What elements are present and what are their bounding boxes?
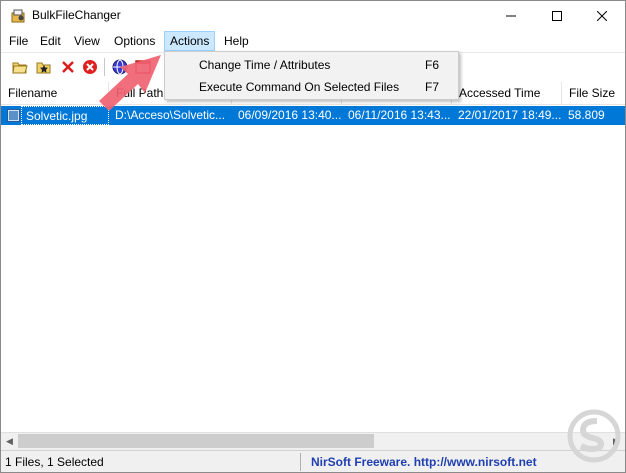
remove-icon	[62, 61, 74, 73]
title-bar[interactable]: BulkFileChanger	[1, 1, 625, 31]
add-files-icon	[36, 62, 51, 74]
app-icon	[11, 9, 25, 23]
minimize-icon	[506, 15, 516, 17]
menu-help[interactable]: Help	[219, 32, 254, 50]
status-bar: 1 Files, 1 Selected NirSoft Freeware. ht…	[1, 450, 625, 472]
status-selection-count: 1 Files, 1 Selected	[5, 455, 104, 469]
window-title: BulkFileChanger	[32, 8, 121, 22]
column-accessed-time[interactable]: Accessed Time	[452, 82, 562, 104]
menu-bar: File Edit View Options Actions Help	[1, 31, 625, 51]
menu-file[interactable]: File	[4, 32, 33, 50]
file-list[interactable]: Solvetic.jpg D:\Acceso\Solvetic... 06/09…	[1, 105, 625, 432]
status-credit-link[interactable]: NirSoft Freeware. http://www.nirsoft.net	[311, 455, 537, 469]
cell-created-time: 06/09/2016 13:40...	[238, 108, 342, 122]
menu-options[interactable]: Options	[109, 32, 160, 50]
add-files-button[interactable]	[34, 57, 54, 77]
menu-view[interactable]: View	[69, 32, 105, 50]
scrollbar-thumb[interactable]	[18, 434, 374, 448]
watermark-logo-icon	[567, 409, 621, 463]
menu-actions[interactable]: Actions	[164, 31, 216, 51]
menu-item-shortcut: F7	[425, 80, 440, 94]
horizontal-scrollbar[interactable]: ◀ ▶	[1, 432, 625, 450]
open-folder-icon	[12, 62, 28, 74]
remove-button[interactable]	[58, 57, 78, 77]
menu-item-shortcut: F6	[425, 58, 440, 72]
menu-item-label: Change Time / Attributes	[199, 58, 331, 72]
app-window: BulkFileChanger File Edit View Options A…	[0, 0, 626, 473]
cell-accessed-time: 22/01/2017 18:49...	[458, 108, 562, 122]
menu-item-execute-command[interactable]: Execute Command On Selected Files F7	[166, 76, 457, 98]
scroll-left-button[interactable]: ◀	[1, 433, 18, 450]
cell-file-size: 58.809	[568, 108, 605, 122]
open-folder-button[interactable]	[10, 57, 30, 77]
file-icon	[7, 109, 20, 122]
chevron-left-icon: ◀	[6, 436, 13, 446]
status-divider	[300, 453, 301, 471]
cell-modified-time: 06/11/2016 13:43...	[348, 108, 451, 122]
minimize-button[interactable]	[488, 1, 534, 31]
close-button[interactable]	[579, 1, 625, 31]
close-icon	[597, 11, 607, 21]
actions-dropdown-menu: Change Time / Attributes F6 Execute Comm…	[164, 51, 459, 100]
annotation-arrow-icon	[99, 55, 161, 111]
maximize-button[interactable]	[534, 1, 580, 31]
menu-item-label: Execute Command On Selected Files	[199, 80, 400, 94]
maximize-icon	[552, 11, 562, 21]
column-file-size[interactable]: File Size	[562, 82, 625, 104]
menu-item-change-time[interactable]: Change Time / Attributes F6	[166, 54, 457, 76]
menu-edit[interactable]: Edit	[35, 32, 66, 50]
